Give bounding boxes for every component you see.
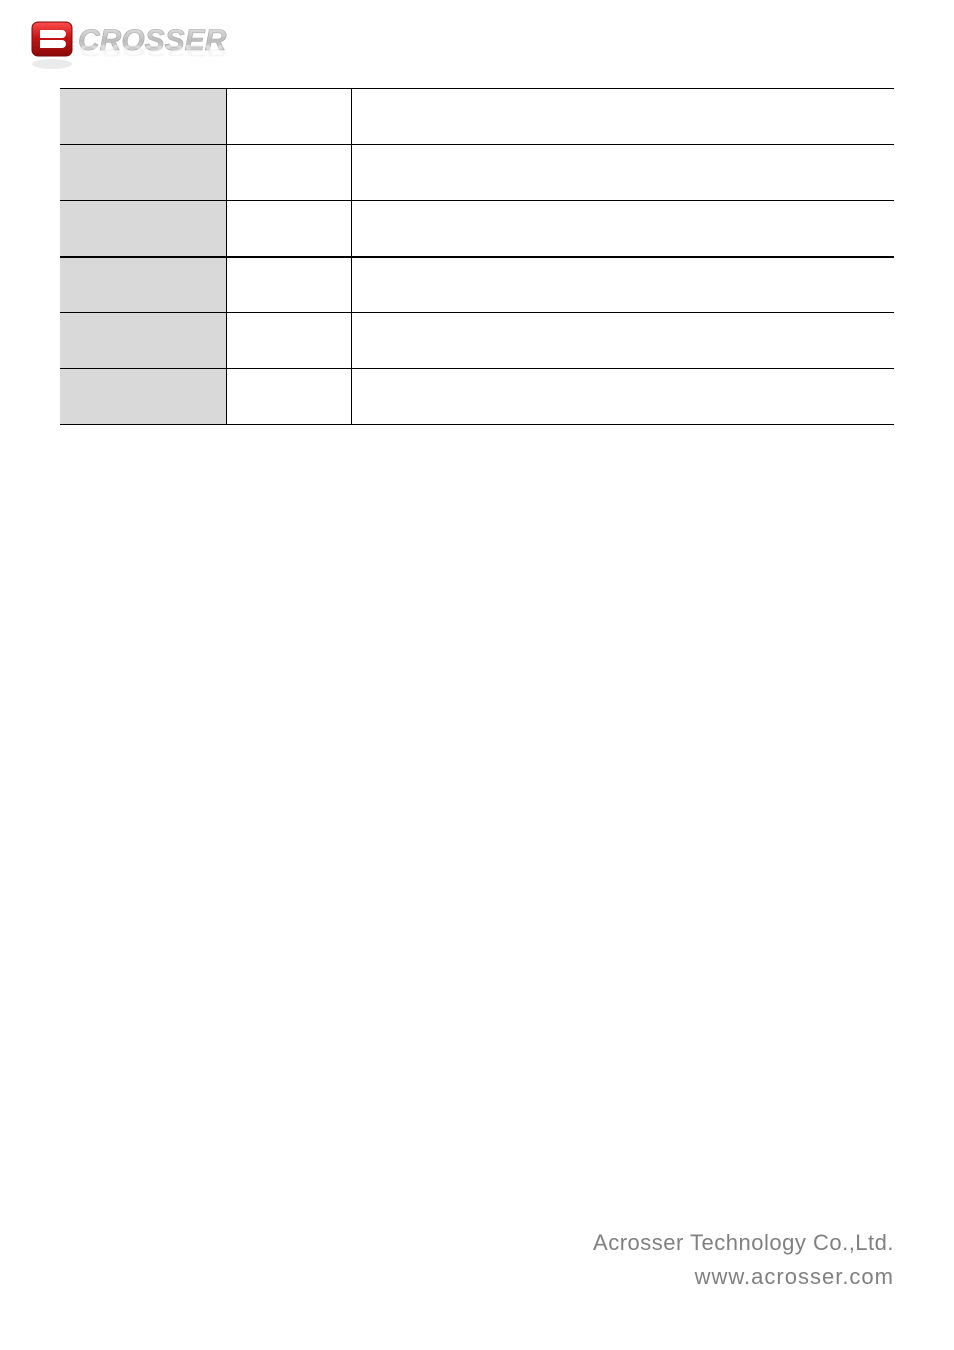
row-value xyxy=(352,201,894,257)
row-sub xyxy=(227,201,352,257)
table-row xyxy=(60,201,894,257)
row-label xyxy=(60,313,227,369)
row-label xyxy=(60,145,227,201)
row-sub xyxy=(227,89,352,145)
row-value xyxy=(352,145,894,201)
row-value xyxy=(352,89,894,145)
brand-logo: CROSSER CROSSER xyxy=(30,20,894,72)
company-name: Acrosser Technology Co.,Ltd. xyxy=(593,1230,894,1256)
row-label xyxy=(60,369,227,425)
row-value xyxy=(352,313,894,369)
row-value xyxy=(352,257,894,313)
row-label xyxy=(60,89,227,145)
spec-table xyxy=(60,88,894,425)
row-value xyxy=(352,369,894,425)
table-row xyxy=(60,369,894,425)
row-sub xyxy=(227,145,352,201)
table-row xyxy=(60,145,894,201)
table-row xyxy=(60,257,894,313)
row-sub xyxy=(227,313,352,369)
row-sub xyxy=(227,369,352,425)
table-row xyxy=(60,313,894,369)
table-row xyxy=(60,89,894,145)
row-sub xyxy=(227,257,352,313)
svg-text:CROSSER: CROSSER xyxy=(78,41,227,59)
row-label xyxy=(60,201,227,257)
row-label xyxy=(60,257,227,313)
page-footer: Acrosser Technology Co.,Ltd. www.acrosse… xyxy=(593,1230,894,1290)
company-url: www.acrosser.com xyxy=(593,1264,894,1290)
